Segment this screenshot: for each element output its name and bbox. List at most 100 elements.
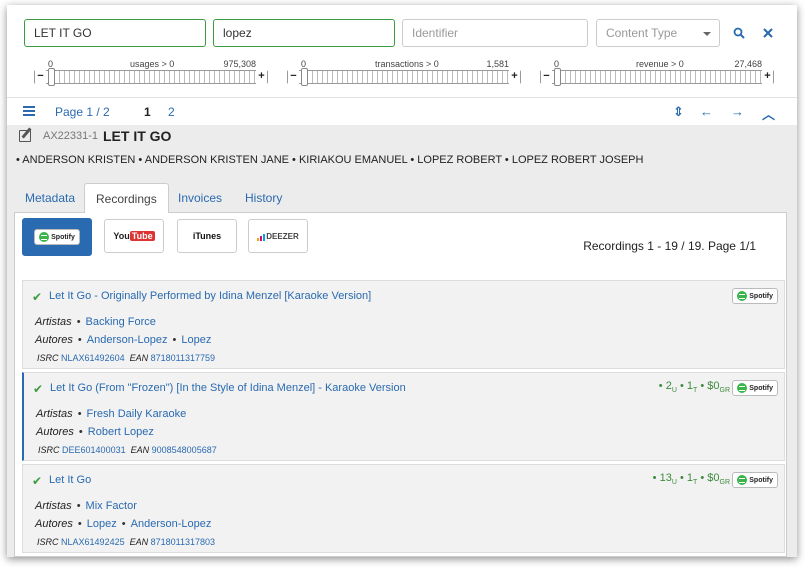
artist-link[interactable]: Mix Factor bbox=[86, 500, 137, 512]
page-1-link[interactable]: 1 bbox=[144, 105, 151, 119]
recording-item: ✔ Let It Go • 13U • 1T • $0GR Spotify Ar… bbox=[22, 464, 785, 553]
spotify-badge[interactable]: Spotify bbox=[732, 380, 778, 396]
revenue-minus-button[interactable]: − bbox=[541, 70, 552, 84]
usages-slider[interactable]: 0 usages > 0 975,308 − + bbox=[34, 59, 268, 89]
work-detail: AX22331-1 LET IT GO • ANDERSON KRISTEN •… bbox=[7, 125, 797, 557]
recording-item: ✔ Let It Go (From "Frozen") [In the Styl… bbox=[22, 372, 785, 461]
usages-value: 13 bbox=[659, 472, 672, 484]
check-icon: ✔ bbox=[32, 474, 43, 488]
pager-bar: Page 1 / 2 1 2 ⇕ ← → ︿ bbox=[7, 97, 797, 125]
artist-link[interactable]: Fresh Daily Karaoke bbox=[87, 408, 187, 420]
transactions-track[interactable] bbox=[287, 70, 521, 84]
source-deezer-button[interactable]: DEEZER bbox=[248, 219, 308, 253]
edit-icon[interactable] bbox=[19, 130, 31, 142]
tab-bar: Metadata Recordings Invoices History bbox=[14, 181, 787, 215]
arrow-right-icon[interactable]: → bbox=[731, 104, 744, 119]
sort-icon[interactable]: ⇕ bbox=[673, 104, 684, 120]
ean-value[interactable]: 9008548005687 bbox=[152, 445, 217, 455]
artists-line: Artistas • Backing Force bbox=[35, 316, 156, 328]
close-icon bbox=[763, 28, 773, 38]
ean-value[interactable]: 8718011317803 bbox=[151, 537, 215, 547]
content-type-value: Content Type bbox=[606, 26, 678, 40]
tab-metadata[interactable]: Metadata bbox=[14, 183, 86, 215]
transactions-slider[interactable]: 0 transactions > 0 1,581 − + bbox=[287, 59, 521, 89]
usages-max: 975,308 bbox=[223, 59, 256, 69]
artists-label: Artistas bbox=[36, 408, 73, 420]
authors-label: Autores bbox=[35, 334, 73, 346]
revenue-value: $0 bbox=[707, 380, 720, 392]
transactions-unit: T bbox=[693, 479, 698, 487]
usages-unit: U bbox=[671, 479, 677, 487]
tab-history[interactable]: History bbox=[234, 183, 293, 215]
revenue-unit: GR bbox=[719, 479, 731, 487]
identifiers: ISRC NLAX61492604 EAN 8718011317759 bbox=[37, 353, 215, 363]
list-icon[interactable] bbox=[23, 106, 35, 116]
chevron-up-icon[interactable]: ︿ bbox=[762, 104, 775, 123]
authors-line: Autores • Anderson-Lopez • Lopez bbox=[35, 334, 212, 346]
recording-title[interactable]: Let It Go bbox=[49, 474, 91, 486]
badge-label: Spotify bbox=[749, 292, 773, 300]
artists-label: Artistas bbox=[35, 500, 72, 512]
author-link[interactable]: Lopez bbox=[181, 334, 211, 346]
usages-label: usages > 0 bbox=[130, 59, 175, 69]
usages-handle[interactable] bbox=[48, 68, 55, 86]
source-label: Spotify bbox=[51, 233, 75, 241]
deezer-logo: DEEZER bbox=[257, 232, 299, 241]
author-link[interactable]: Lopez bbox=[87, 518, 117, 530]
page-2-link[interactable]: 2 bbox=[168, 105, 175, 119]
author-search-input[interactable] bbox=[213, 19, 395, 47]
transactions-max: 1,581 bbox=[486, 59, 509, 69]
page-indicator: Page 1 / 2 bbox=[55, 105, 110, 119]
authors-line: Autores • Robert Lopez bbox=[36, 426, 154, 438]
isrc-value[interactable]: NLAX61492604 bbox=[61, 353, 125, 363]
transactions-unit: T bbox=[693, 387, 698, 395]
recordings-count: Recordings 1 - 19 / 19. Page 1/1 bbox=[583, 239, 756, 253]
author-link[interactable]: Robert Lopez bbox=[88, 426, 154, 438]
author-link[interactable]: Anderson-Lopez bbox=[131, 518, 212, 530]
revenue-plus-button[interactable]: + bbox=[762, 70, 773, 84]
work-title: LET IT GO bbox=[103, 128, 172, 144]
badge-label: Spotify bbox=[749, 384, 773, 392]
content-type-select[interactable]: Content Type bbox=[596, 19, 720, 47]
search-button[interactable] bbox=[729, 19, 749, 47]
spotify-icon bbox=[737, 383, 748, 393]
transactions-handle[interactable] bbox=[301, 68, 308, 86]
revenue-slider[interactable]: 0 revenue > 0 27,468 − + bbox=[540, 59, 774, 89]
ean-label: EAN bbox=[129, 353, 149, 363]
isrc-value[interactable]: NLAX61492425 bbox=[61, 537, 125, 547]
usages-plus-button[interactable]: + bbox=[256, 70, 267, 84]
revenue-label: revenue > 0 bbox=[636, 59, 684, 69]
tab-recordings[interactable]: Recordings bbox=[84, 183, 169, 215]
recordings-panel: Spotify You Tube iTunes DEEZER Recordings… bbox=[14, 213, 787, 557]
isrc-value[interactable]: DEE601400031 bbox=[62, 445, 126, 455]
recording-title[interactable]: Let It Go - Originally Performed by Idin… bbox=[49, 290, 371, 302]
spotify-badge[interactable]: Spotify bbox=[732, 288, 778, 304]
transactions-label: transactions > 0 bbox=[375, 59, 439, 69]
tab-invoices[interactable]: Invoices bbox=[167, 183, 233, 215]
transactions-plus-button[interactable]: + bbox=[509, 70, 520, 84]
revenue-track[interactable] bbox=[540, 70, 774, 84]
recording-stats: • 2U • 1T • $0GR bbox=[658, 380, 730, 395]
clear-button[interactable] bbox=[758, 19, 778, 47]
usages-minus-button[interactable]: − bbox=[35, 70, 46, 84]
author-link[interactable]: Anderson-Lopez bbox=[87, 334, 168, 346]
recording-title[interactable]: Let It Go (From "Frozen") [In the Style … bbox=[50, 382, 406, 394]
title-search-input[interactable] bbox=[24, 19, 206, 47]
usages-track[interactable] bbox=[34, 70, 268, 84]
revenue-value: $0 bbox=[707, 472, 720, 484]
arrow-left-icon[interactable]: ← bbox=[700, 104, 713, 119]
revenue-handle[interactable] bbox=[554, 68, 561, 86]
isrc-label: ISRC bbox=[37, 353, 59, 363]
identifiers: ISRC NLAX61492425 EAN 8718011317803 bbox=[37, 537, 215, 547]
recording-item: ✔ Let It Go - Originally Performed by Id… bbox=[22, 280, 785, 369]
app-window: Content Type 0 usages > 0 975,308 − + 0 … bbox=[7, 5, 797, 557]
identifier-input[interactable] bbox=[402, 19, 588, 47]
source-youtube-button[interactable]: You Tube bbox=[104, 219, 164, 253]
artist-link[interactable]: Backing Force bbox=[86, 316, 156, 328]
spotify-icon bbox=[737, 475, 748, 485]
ean-value[interactable]: 8718011317759 bbox=[151, 353, 215, 363]
source-itunes-button[interactable]: iTunes bbox=[177, 219, 237, 253]
source-spotify-button[interactable]: Spotify bbox=[22, 218, 92, 256]
transactions-minus-button[interactable]: − bbox=[288, 70, 299, 84]
spotify-badge[interactable]: Spotify bbox=[732, 472, 778, 488]
